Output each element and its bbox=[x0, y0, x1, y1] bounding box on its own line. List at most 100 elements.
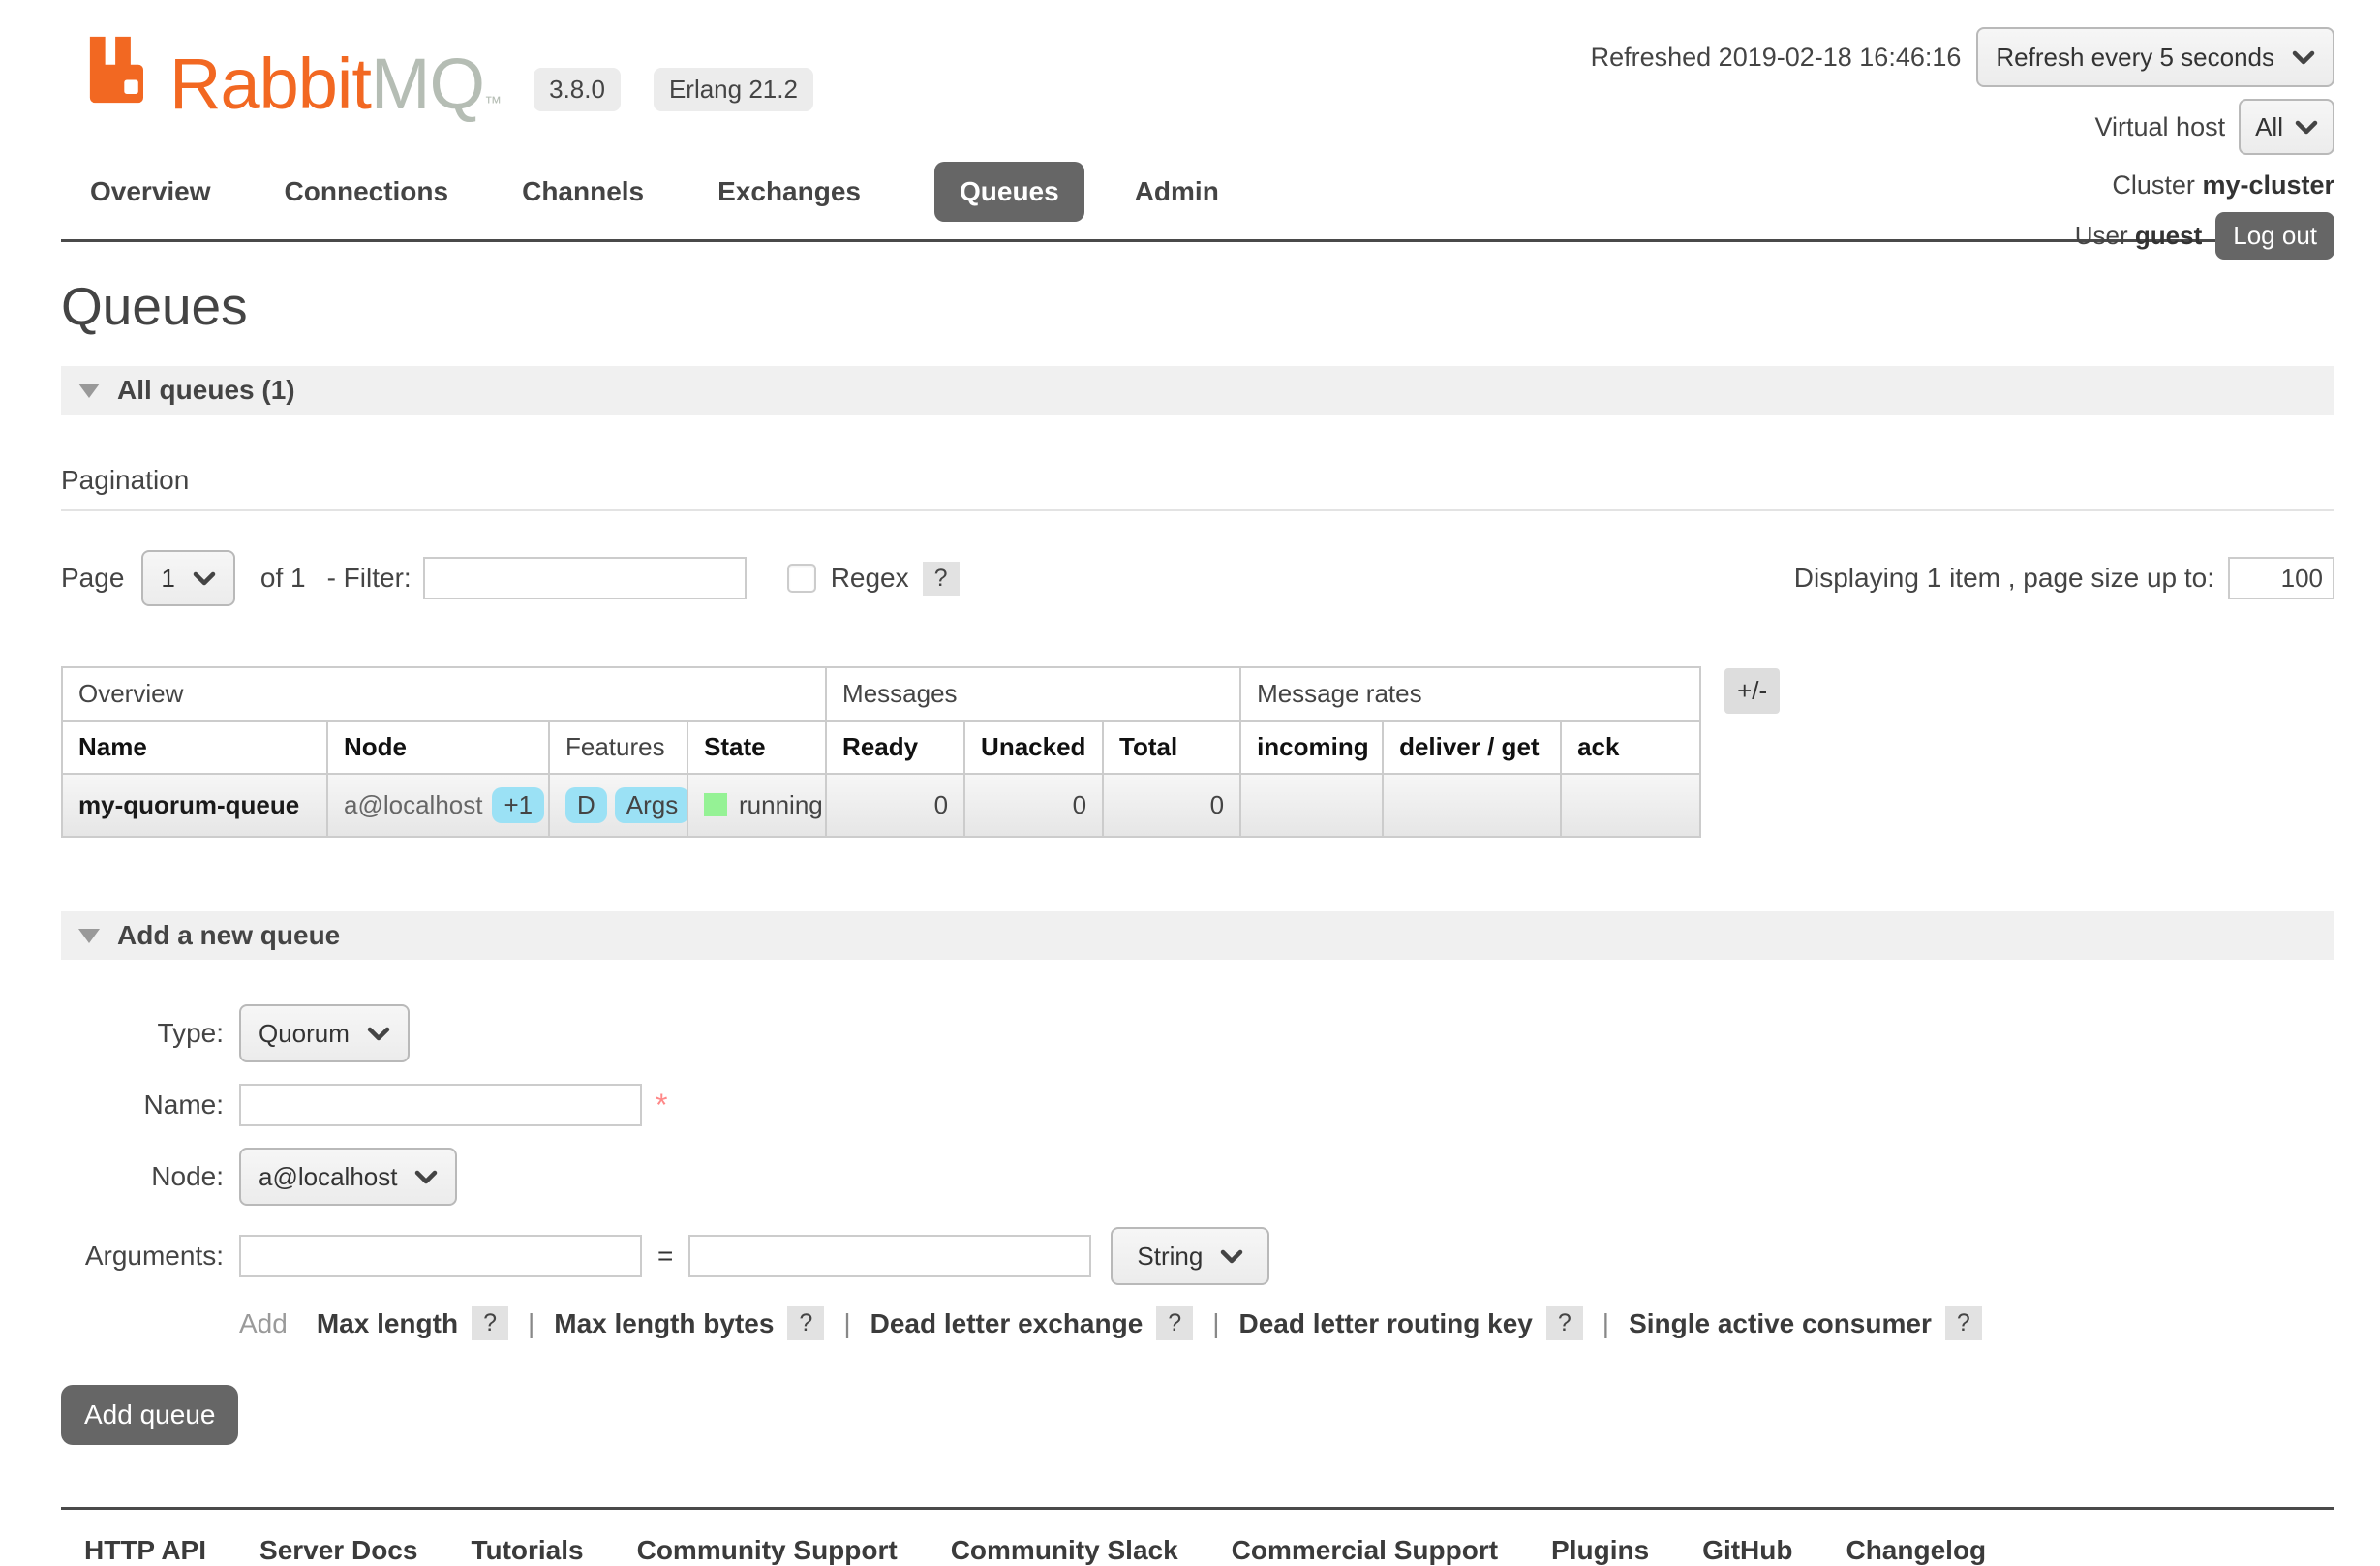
page-of-label: of 1 bbox=[260, 563, 306, 594]
durable-feature-badge: D bbox=[565, 787, 607, 823]
equals-sign: = bbox=[657, 1241, 673, 1272]
column-header-node[interactable]: Node bbox=[327, 721, 549, 774]
footer-link-community-support[interactable]: Community Support bbox=[637, 1535, 898, 1566]
shortcut-single-active-consumer[interactable]: Single active consumer bbox=[1629, 1308, 1932, 1339]
column-header-state[interactable]: State bbox=[687, 721, 826, 774]
version-badge: 3.8.0 bbox=[534, 68, 621, 111]
table-column-header-row: Name Node Features State Ready Unacked T… bbox=[62, 721, 1700, 774]
all-queues-section-header[interactable]: All queues (1) bbox=[61, 366, 2334, 415]
queue-name-link[interactable]: my-quorum-queue bbox=[62, 774, 327, 837]
footer-link-changelog[interactable]: Changelog bbox=[1846, 1535, 1986, 1566]
column-header-name[interactable]: Name bbox=[62, 721, 327, 774]
arguments-label: Arguments: bbox=[61, 1241, 224, 1272]
chevron-down-icon bbox=[414, 1170, 438, 1184]
add-label: Add bbox=[239, 1308, 288, 1339]
column-header-ready[interactable]: Ready bbox=[826, 721, 964, 774]
queue-node-select[interactable]: a@localhost bbox=[239, 1148, 457, 1206]
column-header-features: Features bbox=[549, 721, 687, 774]
refresh-interval-select[interactable]: Refresh every 5 seconds bbox=[1976, 27, 2334, 87]
virtual-host-label: Virtual host bbox=[2095, 112, 2226, 142]
chevron-down-icon bbox=[193, 571, 216, 586]
virtual-host-select[interactable]: All bbox=[2239, 99, 2334, 155]
column-header-deliver-get[interactable]: deliver / get bbox=[1383, 721, 1561, 774]
add-queue-form: Type: Quorum Name: * Node: a@localhost A… bbox=[61, 1004, 2334, 1285]
footer-link-commercial-support[interactable]: Commercial Support bbox=[1232, 1535, 1498, 1566]
tab-queues[interactable]: Queues bbox=[934, 162, 1084, 222]
rabbitmq-logo-icon bbox=[82, 29, 164, 117]
column-header-incoming[interactable]: incoming bbox=[1240, 721, 1383, 774]
tab-overview[interactable]: Overview bbox=[90, 176, 211, 207]
queue-node-cell: a@localhost+1 bbox=[327, 774, 549, 837]
chevron-down-icon bbox=[367, 1027, 390, 1041]
column-header-total[interactable]: Total bbox=[1103, 721, 1240, 774]
group-message-rates: Message rates bbox=[1240, 667, 1700, 721]
footer-link-community-slack[interactable]: Community Slack bbox=[951, 1535, 1178, 1566]
queue-deliver-get-cell bbox=[1383, 774, 1561, 837]
erlang-version-badge: Erlang 21.2 bbox=[654, 68, 813, 111]
separator: | bbox=[843, 1308, 850, 1339]
header: RabbitMQ™ 3.8.0 Erlang 21.2 Refreshed 20… bbox=[61, 0, 2334, 242]
max-length-bytes-help-icon[interactable]: ? bbox=[787, 1306, 824, 1340]
separator: | bbox=[528, 1308, 534, 1339]
footer-link-tutorials[interactable]: Tutorials bbox=[471, 1535, 583, 1566]
queue-state-cell: running bbox=[687, 774, 826, 837]
table-group-header-row: Overview Messages Message rates bbox=[62, 667, 1700, 721]
regex-help-icon[interactable]: ? bbox=[923, 562, 960, 596]
queue-incoming-cell bbox=[1240, 774, 1383, 837]
shortcut-dead-letter-routing-key[interactable]: Dead letter routing key bbox=[1238, 1308, 1532, 1339]
chevron-down-icon bbox=[2292, 50, 2315, 65]
argument-type-select[interactable]: String bbox=[1111, 1227, 1269, 1285]
rabbitmq-logo[interactable]: RabbitMQ™ bbox=[82, 29, 501, 117]
argument-key-input[interactable] bbox=[239, 1235, 642, 1277]
tab-admin[interactable]: Admin bbox=[1135, 176, 1219, 207]
footer-link-plugins[interactable]: Plugins bbox=[1551, 1535, 1649, 1566]
argument-shortcuts: Add Max length ? | Max length bytes ? | … bbox=[239, 1306, 2334, 1340]
regex-label: Regex bbox=[831, 563, 909, 594]
regex-checkbox[interactable] bbox=[787, 564, 816, 593]
tab-exchanges[interactable]: Exchanges bbox=[717, 176, 861, 207]
user-info: User guest bbox=[2075, 221, 2202, 251]
add-queue-button[interactable]: Add queue bbox=[61, 1385, 238, 1445]
queue-unacked-cell: 0 bbox=[964, 774, 1103, 837]
footer-link-server-docs[interactable]: Server Docs bbox=[259, 1535, 417, 1566]
queue-ack-cell bbox=[1561, 774, 1700, 837]
user-name: guest bbox=[2135, 221, 2202, 250]
shortcut-max-length[interactable]: Max length bbox=[317, 1308, 458, 1339]
collapse-triangle-icon bbox=[78, 384, 100, 398]
queue-type-select[interactable]: Quorum bbox=[239, 1004, 410, 1062]
tab-channels[interactable]: Channels bbox=[522, 176, 644, 207]
page-size-input[interactable] bbox=[2228, 557, 2334, 599]
footer: HTTP API Server Docs Tutorials Community… bbox=[61, 1507, 2334, 1566]
footer-link-http-api[interactable]: HTTP API bbox=[84, 1535, 206, 1566]
name-label: Name: bbox=[61, 1090, 224, 1121]
filter-input[interactable] bbox=[423, 557, 747, 599]
group-messages: Messages bbox=[826, 667, 1240, 721]
filter-label: - Filter: bbox=[327, 563, 412, 594]
column-header-ack[interactable]: ack bbox=[1561, 721, 1700, 774]
refreshed-timestamp: Refreshed 2019-02-18 16:46:16 bbox=[1591, 43, 1962, 73]
queue-total-cell: 0 bbox=[1103, 774, 1240, 837]
shortcut-max-length-bytes[interactable]: Max length bytes bbox=[554, 1308, 774, 1339]
shortcut-dead-letter-exchange[interactable]: Dead letter exchange bbox=[870, 1308, 1144, 1339]
cluster-info: Cluster my-cluster bbox=[2112, 170, 2334, 200]
queue-name-input[interactable] bbox=[239, 1084, 642, 1126]
argument-value-input[interactable] bbox=[688, 1235, 1091, 1277]
column-header-unacked[interactable]: Unacked bbox=[964, 721, 1103, 774]
pagination-controls: Page 1 of 1 - Filter: Regex ? Displaying… bbox=[61, 550, 2334, 606]
single-active-consumer-help-icon[interactable]: ? bbox=[1945, 1306, 1982, 1340]
running-state-icon bbox=[704, 793, 727, 816]
separator: | bbox=[1602, 1308, 1609, 1339]
chevron-down-icon bbox=[2295, 120, 2318, 135]
column-toggle-button[interactable]: +/- bbox=[1724, 668, 1780, 714]
tab-connections[interactable]: Connections bbox=[285, 176, 449, 207]
all-queues-section-label: All queues (1) bbox=[117, 375, 295, 406]
logout-button[interactable]: Log out bbox=[2215, 212, 2334, 260]
page-number-select[interactable]: 1 bbox=[141, 550, 234, 606]
dead-letter-exchange-help-icon[interactable]: ? bbox=[1156, 1306, 1193, 1340]
max-length-help-icon[interactable]: ? bbox=[472, 1306, 508, 1340]
dead-letter-routing-key-help-icon[interactable]: ? bbox=[1546, 1306, 1583, 1340]
footer-link-github[interactable]: GitHub bbox=[1702, 1535, 1792, 1566]
group-overview: Overview bbox=[62, 667, 826, 721]
queues-table: Overview Messages Message rates Name Nod… bbox=[61, 666, 1701, 838]
add-queue-section-header[interactable]: Add a new queue bbox=[61, 911, 2334, 960]
